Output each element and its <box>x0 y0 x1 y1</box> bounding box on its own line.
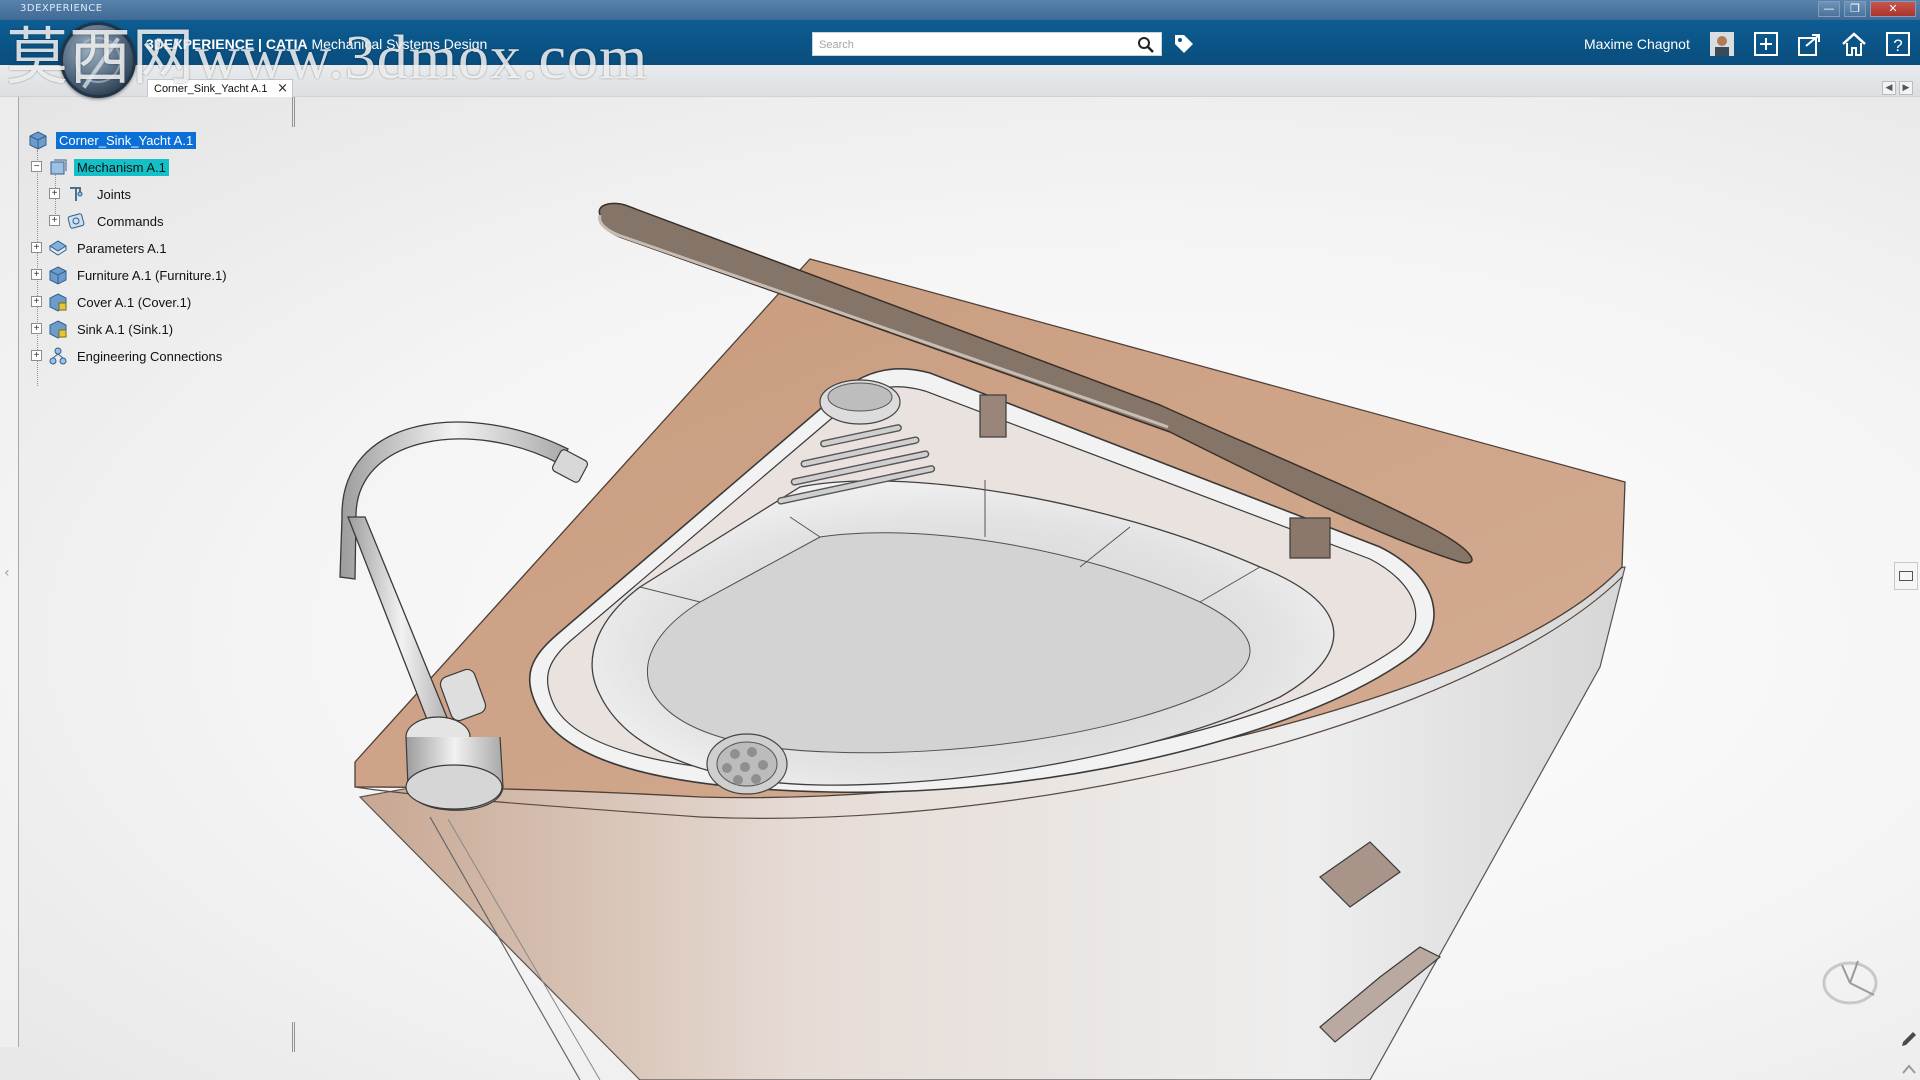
commands-icon <box>67 213 85 229</box>
hinge-left <box>979 394 1007 438</box>
splitter-top[interactable] <box>292 97 295 127</box>
minimize-button[interactable]: — <box>1818 1 1840 17</box>
collapse-icon[interactable]: − <box>31 161 42 172</box>
home-icon[interactable] <box>1840 30 1868 58</box>
view-compass-icon[interactable] <box>1818 955 1888 1015</box>
tab-scroll-left-icon[interactable]: ◀ <box>1882 81 1896 95</box>
expand-icon[interactable]: + <box>49 188 60 199</box>
expand-icon[interactable]: + <box>31 296 42 307</box>
tree-item-label: Sink A.1 (Sink.1) <box>77 322 174 337</box>
part-icon <box>49 293 67 312</box>
tree-item-label: Furniture A.1 (Furniture.1) <box>77 268 227 283</box>
restore-button[interactable]: ❐ <box>1844 1 1866 17</box>
tree-item-label: Parameters A.1 <box>77 241 167 256</box>
tag-icon[interactable] <box>1172 32 1196 56</box>
expand-icon[interactable]: + <box>31 269 42 280</box>
add-icon[interactable] <box>1752 30 1780 58</box>
watermark-text: 莫西网www.3dmox.com <box>6 24 649 92</box>
tree-item-label: Engineering Connections <box>77 349 223 364</box>
share-icon[interactable] <box>1796 30 1824 58</box>
tab-scroll-right-icon[interactable]: ▶ <box>1899 81 1913 95</box>
tree-item-label: Joints <box>97 187 131 202</box>
drain <box>706 733 788 795</box>
part-icon <box>49 266 67 285</box>
joints-icon <box>70 187 83 201</box>
expand-icon[interactable]: + <box>31 323 42 334</box>
product-icon <box>29 131 47 150</box>
corner-sink-model[interactable] <box>0 97 1920 1080</box>
avatar[interactable] <box>1708 30 1736 58</box>
tree-item-label: Cover A.1 (Cover.1) <box>77 295 192 310</box>
search-box[interactable] <box>812 32 1162 56</box>
user-name[interactable]: Maxime Chagnot <box>1584 36 1690 52</box>
parameters-icon <box>49 240 67 256</box>
splitter-bottom[interactable] <box>292 1022 295 1052</box>
engineering-connections-icon <box>49 347 67 365</box>
tree-root-label: Corner_Sink_Yacht A.1 <box>56 132 197 149</box>
tree-item-label: Commands <box>97 214 164 229</box>
chevron-up-icon[interactable] <box>1900 1062 1918 1076</box>
close-window-button[interactable]: ✕ <box>1870 1 1916 17</box>
expand-icon[interactable]: + <box>49 215 60 226</box>
expand-icon[interactable]: + <box>31 350 42 361</box>
expand-icon[interactable]: + <box>31 242 42 253</box>
soap-cup-inner <box>827 382 893 412</box>
part-icon <box>49 320 67 339</box>
collapse-panel-icon[interactable]: ‹ <box>4 565 10 581</box>
help-icon[interactable]: ? <box>1884 30 1912 58</box>
pen-icon[interactable] <box>1900 1030 1918 1048</box>
svg-text:?: ? <box>1893 36 1902 55</box>
hinge-right <box>1289 517 1331 559</box>
side-panel-toggle-button[interactable] <box>1894 562 1918 590</box>
search-icon[interactable] <box>1137 36 1155 54</box>
search-input[interactable] <box>819 36 1129 53</box>
mechanism-icon <box>50 159 67 175</box>
tree-item-label: Mechanism A.1 <box>74 159 169 176</box>
tree-panel-edge: ‹ <box>0 97 19 1047</box>
